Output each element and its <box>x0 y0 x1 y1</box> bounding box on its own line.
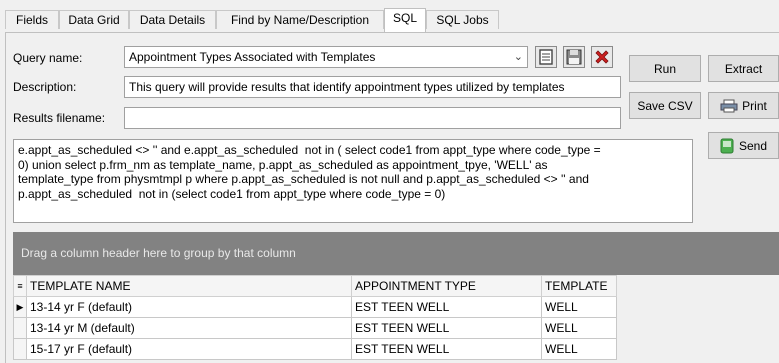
row-selector[interactable] <box>13 317 27 339</box>
table-cell[interactable]: WELL <box>541 317 617 339</box>
query-name-dropdown[interactable]: Appointment Types Associated with Templa… <box>124 46 528 68</box>
table-cell[interactable]: EST TEEN WELL <box>351 317 542 339</box>
table-cell[interactable]: 15-17 yr F (default) <box>26 338 352 360</box>
column-header-template[interactable]: TEMPLATE <box>541 275 617 297</box>
tab-data-grid[interactable]: Data Grid <box>59 10 129 29</box>
save-csv-button[interactable]: Save CSV <box>629 92 701 119</box>
grid-header-row: ≡ TEMPLATE NAME APPOINTMENT TYPE TEMPLAT… <box>13 275 617 297</box>
current-row-indicator-icon: ▶ <box>13 296 27 318</box>
table-cell[interactable]: WELL <box>541 338 617 360</box>
tab-find-by-name[interactable]: Find by Name/Description <box>216 10 384 29</box>
tab-strip: Fields Data Grid Data Details Find by Na… <box>0 0 779 33</box>
results-filename-field[interactable] <box>124 107 621 129</box>
run-button-label: Run <box>653 61 676 76</box>
send-button-label: Send <box>738 138 768 153</box>
query-name-value: Appointment Types Associated with Templa… <box>129 50 376 64</box>
floppy-disk-icon <box>566 49 582 65</box>
table-cell[interactable]: EST TEEN WELL <box>351 338 542 360</box>
description-label: Description: <box>13 80 77 94</box>
column-header-appointment-type[interactable]: APPOINTMENT TYPE <box>351 275 542 297</box>
send-button[interactable]: Send <box>708 132 779 159</box>
column-header-template-name[interactable]: TEMPLATE NAME <box>26 275 352 297</box>
table-cell[interactable]: 13-14 yr F (default) <box>26 296 352 318</box>
delete-query-button[interactable] <box>591 46 613 68</box>
print-button-label: Print <box>742 98 767 113</box>
send-icon <box>720 138 734 153</box>
tab-fields[interactable]: Fields <box>5 10 59 29</box>
printer-icon <box>720 99 738 112</box>
chevron-down-icon[interactable]: ⌄ <box>514 47 523 67</box>
table-row[interactable]: ▶ 13-14 yr F (default) EST TEEN WELL WEL… <box>13 296 617 318</box>
run-button[interactable]: Run <box>629 55 701 82</box>
extract-button[interactable]: Extract <box>708 55 779 82</box>
delete-x-icon <box>595 50 609 64</box>
description-field[interactable]: This query will provide results that ide… <box>124 76 621 98</box>
tab-sql-jobs[interactable]: SQL Jobs <box>426 10 499 29</box>
results-filename-label: Results filename: <box>13 111 106 125</box>
save-query-button[interactable] <box>563 46 585 68</box>
sql-editor[interactable]: e.appt_as_scheduled <> '' and e.appt_as_… <box>13 139 693 223</box>
tab-sql[interactable]: SQL <box>384 8 426 33</box>
document-icon <box>539 49 553 65</box>
print-button[interactable]: Print <box>708 92 779 119</box>
query-name-label: Query name: <box>13 51 83 65</box>
results-grid: ≡ TEMPLATE NAME APPOINTMENT TYPE TEMPLAT… <box>13 275 779 362</box>
save-csv-button-label: Save CSV <box>637 98 693 113</box>
column-chooser-icon[interactable]: ≡ <box>13 275 27 297</box>
extract-button-label: Extract <box>724 61 763 76</box>
table-row[interactable]: 13-14 yr M (default) EST TEEN WELL WELL <box>13 317 617 339</box>
tab-data-details[interactable]: Data Details <box>129 10 216 29</box>
row-selector[interactable] <box>13 338 27 360</box>
table-row[interactable]: 15-17 yr F (default) EST TEEN WELL WELL <box>13 338 617 360</box>
table-cell[interactable]: EST TEEN WELL <box>351 296 542 318</box>
new-query-button[interactable] <box>535 46 557 68</box>
group-by-panel[interactable]: Drag a column header here to group by th… <box>13 232 779 275</box>
table-cell[interactable]: 13-14 yr M (default) <box>26 317 352 339</box>
group-by-hint: Drag a column header here to group by th… <box>21 246 296 260</box>
table-cell[interactable]: WELL <box>541 296 617 318</box>
